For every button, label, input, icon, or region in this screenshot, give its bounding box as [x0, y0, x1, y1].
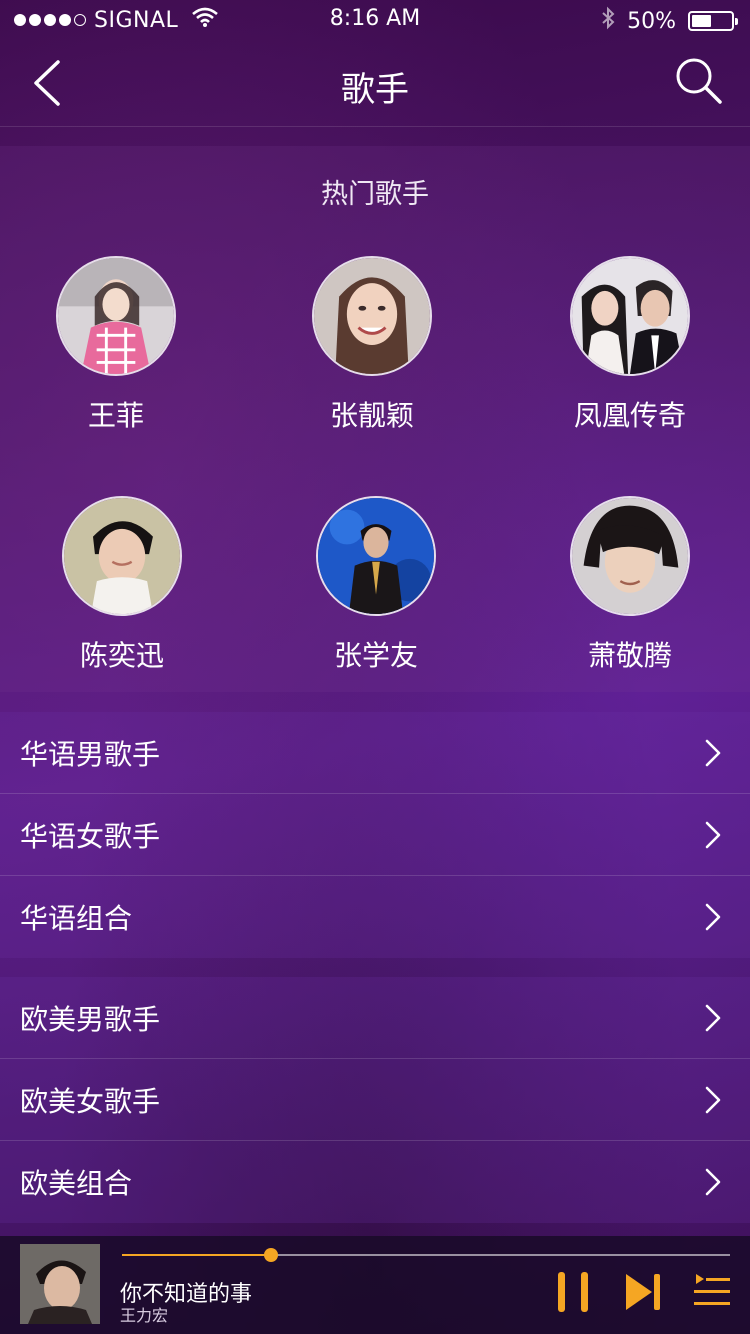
category-label: 欧美女歌手: [20, 1084, 161, 1118]
progress-fill: [122, 1254, 271, 1256]
artist-avatar: [570, 256, 690, 376]
artist-avatar: [316, 496, 436, 616]
western-category-list: 欧美男歌手 欧美女歌手 欧美组合: [0, 977, 750, 1223]
pause-button[interactable]: [554, 1270, 594, 1314]
album-art[interactable]: [20, 1244, 100, 1324]
category-row-western-group[interactable]: 欧美组合: [0, 1141, 750, 1223]
category-label: 华语女歌手: [20, 819, 161, 853]
artist-name: 王菲: [87, 399, 144, 432]
page-title: 歌手: [341, 70, 409, 110]
artist-card[interactable]: 陈奕迅: [22, 496, 222, 674]
category-row-chinese-male[interactable]: 华语男歌手: [0, 712, 750, 794]
chevron-right-icon: [705, 821, 721, 848]
artist-avatar: [62, 496, 182, 616]
mini-player: 你不知道的事 王力宏: [0, 1236, 750, 1334]
hot-singers-panel: 热门歌手 王菲 张靓颖 凤凰传奇 陈奕迅 张学友 萧敬腾: [0, 146, 750, 692]
chevron-right-icon: [705, 903, 721, 931]
chevron-right-icon: [705, 1004, 721, 1031]
pause-icon: [558, 1272, 588, 1312]
song-artist: 王力宏: [120, 1306, 169, 1325]
category-row-western-female[interactable]: 欧美女歌手: [0, 1059, 750, 1141]
artist-avatar: [570, 496, 690, 616]
artist-avatar: [312, 256, 432, 376]
nav-divider: [0, 126, 750, 127]
search-button[interactable]: [674, 56, 724, 106]
bluetooth-icon: [601, 6, 615, 36]
playlist-button[interactable]: [692, 1270, 732, 1310]
progress-knob[interactable]: [263, 1248, 278, 1262]
battery-icon: [688, 11, 738, 31]
category-row-western-male[interactable]: 欧美男歌手: [0, 977, 750, 1059]
artist-avatar: [56, 256, 176, 376]
progress-bar[interactable]: [122, 1248, 730, 1262]
artist-card[interactable]: 张靓颖: [272, 256, 472, 434]
artist-name: 萧敬腾: [587, 639, 672, 672]
artist-name: 张学友: [333, 639, 418, 672]
category-row-chinese-group[interactable]: 华语组合: [0, 876, 750, 958]
artist-card[interactable]: 凤凰传奇: [530, 256, 730, 434]
category-label: 华语男歌手: [20, 737, 161, 771]
hot-singers-title: 热门歌手: [321, 179, 429, 210]
artist-name: 陈奕迅: [79, 639, 164, 672]
search-icon: [676, 58, 722, 104]
artist-card[interactable]: 萧敬腾: [530, 496, 730, 674]
chinese-category-list: 华语男歌手 华语女歌手 华语组合: [0, 712, 750, 958]
next-button[interactable]: [624, 1270, 664, 1314]
nav-bar: 歌手: [0, 40, 750, 126]
artist-name: 凤凰传奇: [573, 399, 686, 432]
status-bar: SIGNAL 8:16 AM 50%: [0, 0, 750, 40]
chevron-right-icon: [705, 1086, 721, 1113]
artist-card[interactable]: 张学友: [276, 496, 476, 674]
chevron-right-icon: [705, 739, 721, 766]
battery-percent: 50%: [627, 8, 676, 34]
next-icon: [626, 1274, 660, 1310]
playlist-icon: [694, 1274, 730, 1305]
category-label: 欧美组合: [20, 1167, 133, 1200]
category-row-chinese-female[interactable]: 华语女歌手: [0, 794, 750, 876]
category-label: 华语组合: [20, 902, 133, 935]
artist-card[interactable]: 王菲: [16, 256, 216, 434]
category-label: 欧美男歌手: [20, 1002, 161, 1036]
artist-name: 张靓颖: [329, 399, 414, 432]
chevron-right-icon: [705, 1168, 721, 1196]
